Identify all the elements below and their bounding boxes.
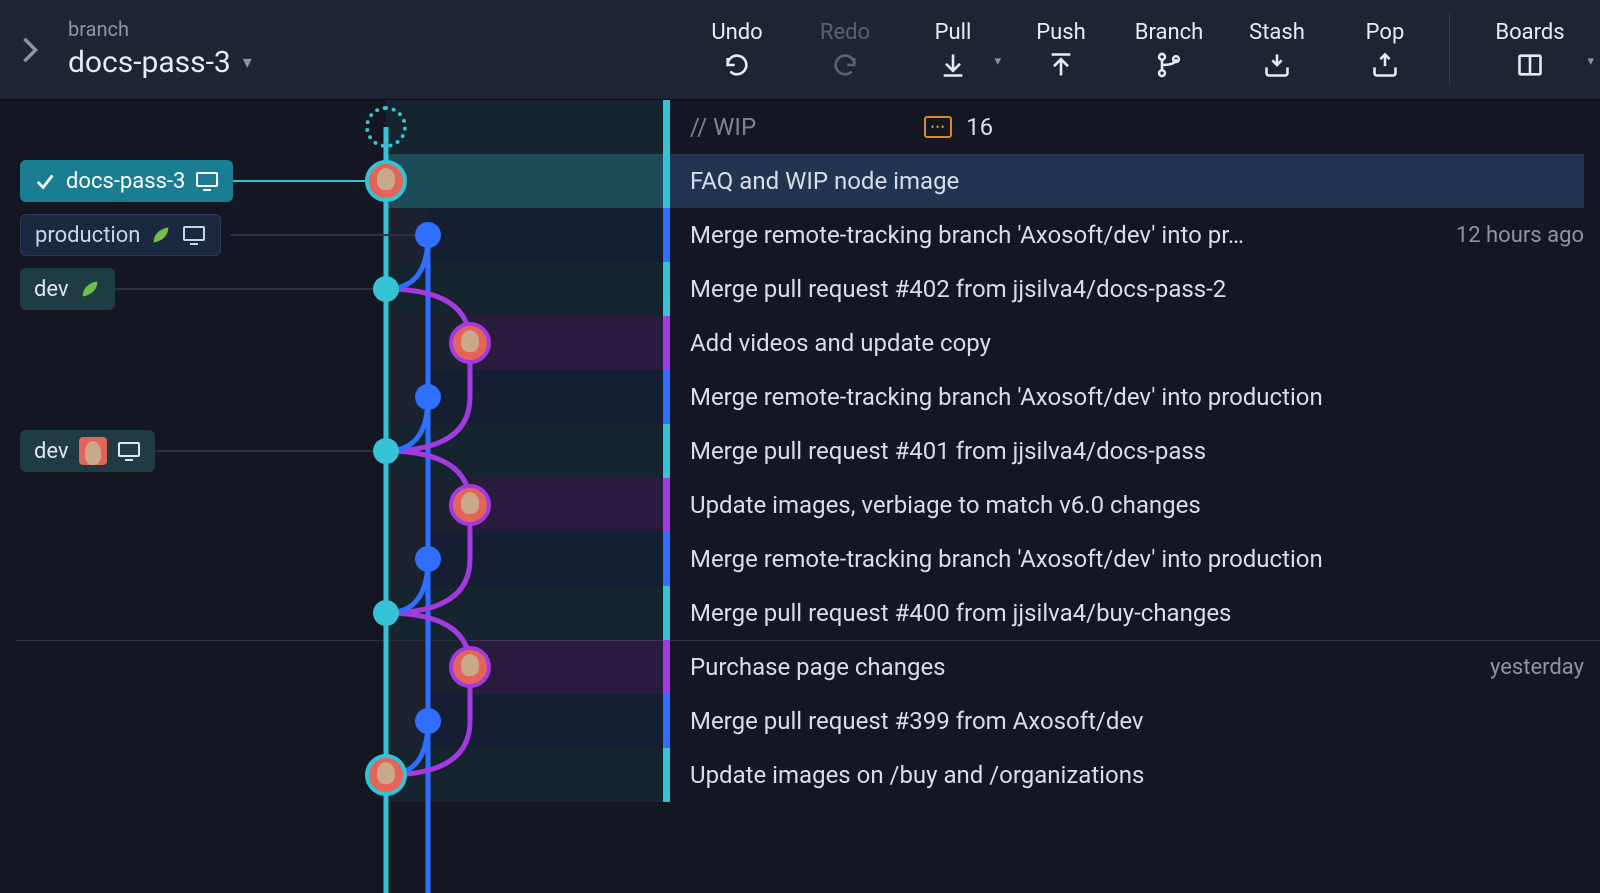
commit-node[interactable]	[373, 600, 399, 626]
commit-row[interactable]: Purchase page changes yesterday	[0, 640, 1600, 694]
back-button[interactable]	[0, 0, 60, 99]
redo-icon	[831, 51, 859, 79]
wip-files-icon: •••	[924, 116, 952, 138]
ref-label: dev	[34, 439, 69, 464]
chevron-right-icon	[21, 36, 39, 64]
commit-row[interactable]: Merge remote-tracking branch 'Axosoft/de…	[0, 370, 1600, 424]
commit-message: FAQ and WIP node image	[690, 167, 959, 195]
commit-node[interactable]	[373, 438, 399, 464]
commit-node-avatar[interactable]	[365, 160, 407, 202]
commit-message: Update images, verbiage to match v6.0 ch…	[690, 491, 1201, 519]
commit-node-avatar[interactable]	[449, 646, 491, 688]
chevron-down-icon: ▾	[243, 52, 252, 73]
ref-label: production	[35, 223, 140, 248]
pop-icon	[1371, 51, 1399, 79]
branch-name: docs-pass-3	[68, 45, 231, 80]
commit-node-avatar[interactable]	[365, 754, 407, 796]
ref-docs-pass-3[interactable]: docs-pass-3	[20, 160, 233, 202]
commit-message: Merge pull request #402 from jjsilva4/do…	[690, 275, 1226, 303]
wip-label: // WIP	[690, 113, 756, 141]
commit-time: yesterday	[1490, 655, 1584, 680]
push-icon	[1047, 51, 1075, 79]
branch-label: branch	[68, 19, 308, 39]
pull-icon	[939, 51, 967, 79]
undo-icon	[723, 51, 751, 79]
commit-message: Update images on /buy and /organizations	[690, 761, 1144, 789]
wip-node-icon	[365, 106, 407, 148]
commit-node[interactable]	[415, 708, 441, 734]
branch-icon	[1155, 51, 1183, 79]
wip-file-count: 16	[966, 113, 993, 141]
commit-node[interactable]	[415, 546, 441, 572]
commit-message: Merge remote-tracking branch 'Axosoft/de…	[690, 221, 1244, 249]
commit-node[interactable]	[415, 384, 441, 410]
redo-button[interactable]: Redo	[791, 0, 899, 99]
ref-label: dev	[34, 277, 69, 302]
ref-label: docs-pass-3	[66, 169, 185, 194]
ref-production[interactable]: production	[20, 214, 221, 256]
stash-icon	[1263, 51, 1291, 79]
commit-row[interactable]: Update images, verbiage to match v6.0 ch…	[0, 478, 1600, 532]
ref-dev-remote[interactable]: dev	[20, 430, 155, 472]
commit-row[interactable]: Add videos and update copy	[0, 316, 1600, 370]
commit-message: Merge pull request #401 from jjsilva4/do…	[690, 437, 1206, 465]
commit-message: Merge remote-tracking branch 'Axosoft/de…	[690, 545, 1323, 573]
commit-row[interactable]: Update images on /buy and /organizations	[0, 748, 1600, 802]
monitor-icon	[117, 441, 141, 461]
commit-row[interactable]: Merge remote-tracking branch 'Axosoft/de…	[0, 532, 1600, 586]
push-button[interactable]: Push	[1007, 0, 1115, 99]
commit-node-avatar[interactable]	[449, 322, 491, 364]
ref-connector	[150, 450, 373, 452]
undo-button[interactable]: Undo	[683, 0, 791, 99]
ref-connector	[110, 288, 373, 290]
commit-node[interactable]	[373, 276, 399, 302]
boards-icon	[1516, 51, 1544, 79]
monitor-icon	[195, 171, 219, 191]
commit-message: Merge remote-tracking branch 'Axosoft/de…	[690, 383, 1323, 411]
boards-button[interactable]: Boards ▾	[1460, 0, 1600, 99]
ref-connector	[230, 180, 365, 182]
remote-avatar-icon	[79, 437, 107, 465]
wip-row[interactable]: // WIP ••• 16	[0, 100, 1600, 154]
leaf-icon	[79, 278, 101, 300]
ref-dev-local[interactable]: dev	[20, 268, 115, 310]
pull-dropdown-icon[interactable]: ▾	[994, 54, 1001, 69]
commit-row[interactable]: Merge pull request #400 from jjsilva4/bu…	[0, 586, 1600, 640]
commit-time: 12 hours ago	[1456, 223, 1584, 248]
commit-graph: // WIP ••• 16 FAQ and WIP node image Mer…	[0, 100, 1600, 893]
ref-connector	[230, 234, 415, 236]
commit-node[interactable]	[415, 222, 441, 248]
leaf-icon	[150, 224, 172, 246]
boards-dropdown-icon[interactable]: ▾	[1587, 54, 1594, 69]
commit-message: Add videos and update copy	[690, 329, 991, 357]
pull-button[interactable]: Pull ▾	[899, 0, 1007, 99]
toolbar-separator	[1449, 14, 1450, 85]
stash-button[interactable]: Stash	[1223, 0, 1331, 99]
commit-node-avatar[interactable]	[449, 484, 491, 526]
commit-message: Merge pull request #400 from jjsilva4/bu…	[690, 599, 1231, 627]
branch-selector[interactable]: branch docs-pass-3 ▾	[60, 0, 320, 99]
pop-button[interactable]: Pop	[1331, 0, 1439, 99]
monitor-icon	[182, 225, 206, 245]
check-icon	[34, 170, 56, 192]
top-toolbar: branch docs-pass-3 ▾ Undo Redo Pull ▾ Pu…	[0, 0, 1600, 100]
commit-row[interactable]: Merge pull request #399 from Axosoft/dev	[0, 694, 1600, 748]
commit-message: Merge pull request #399 from Axosoft/dev	[690, 707, 1144, 735]
branch-button[interactable]: Branch	[1115, 0, 1223, 99]
commit-message: Purchase page changes	[690, 653, 946, 681]
